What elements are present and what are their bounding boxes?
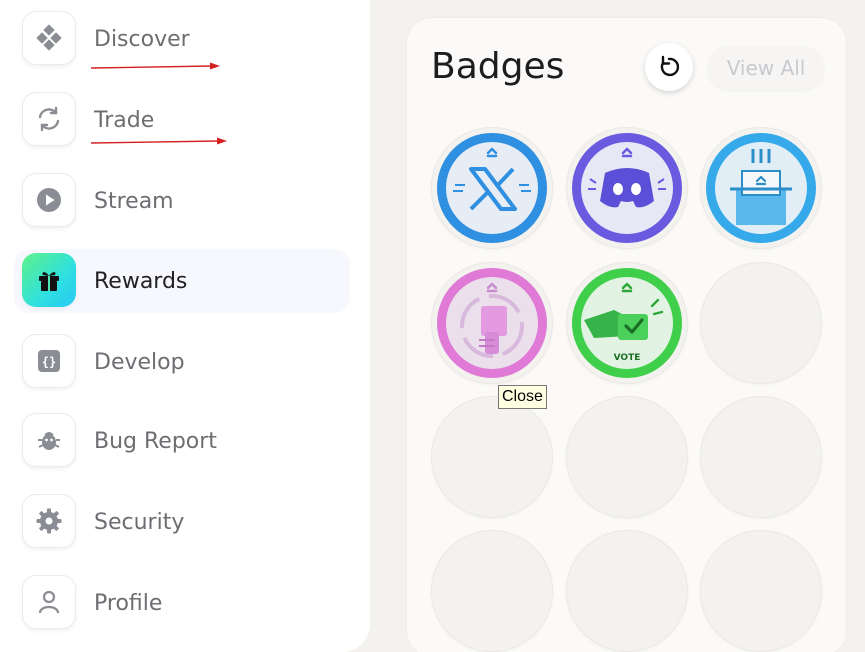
braces-icon: {} xyxy=(22,334,76,388)
x-badge[interactable] xyxy=(431,127,553,249)
sidebar-item-label: Develop xyxy=(94,350,185,375)
play-circle-icon xyxy=(22,173,76,227)
discord-logo-icon xyxy=(572,133,682,243)
sidebar-item-bug-report[interactable]: Bug Report xyxy=(14,409,350,473)
gear-icon xyxy=(22,494,76,548)
sidebar-item-rewards[interactable]: Rewards xyxy=(14,249,350,313)
discord-badge[interactable] xyxy=(566,127,688,249)
sidebar-item-label: Bug Report xyxy=(94,429,217,454)
gift-icon xyxy=(22,253,76,307)
tooltip: Close xyxy=(498,385,547,409)
annotation-arrow-icon xyxy=(90,137,227,145)
diamond-grid-icon xyxy=(22,11,76,65)
x-logo-icon xyxy=(437,133,547,243)
user-icon xyxy=(22,575,76,629)
sidebar-item-label: Profile xyxy=(94,591,163,616)
empty-badge-slot xyxy=(566,396,688,518)
sidebar-item-profile[interactable]: Profile xyxy=(14,571,350,635)
refresh-arrows-icon xyxy=(22,92,76,146)
hand-icon xyxy=(437,268,547,378)
hand-badge[interactable] xyxy=(431,262,553,384)
sidebar-item-label: Trade xyxy=(94,108,155,133)
sidebar: Discover Trade Stream Rewards {} Develop… xyxy=(0,0,370,652)
empty-badge-slot xyxy=(431,396,553,518)
empty-badge-slot xyxy=(566,530,688,652)
sidebar-item-develop[interactable]: {} Develop xyxy=(14,330,350,394)
badges-panel: Badges View All VOTE xyxy=(406,17,847,652)
page-title: Badges xyxy=(431,46,565,87)
svg-text:{}: {} xyxy=(42,355,56,369)
view-all-button[interactable]: View All xyxy=(708,46,824,90)
sidebar-item-stream[interactable]: Stream xyxy=(14,169,350,233)
refresh-button[interactable] xyxy=(645,43,693,91)
vote-badge-label: VOTE xyxy=(614,353,641,363)
sidebar-item-label: Rewards xyxy=(94,269,188,294)
empty-badge-slot xyxy=(700,396,822,518)
ballot-box-badge[interactable] xyxy=(700,127,822,249)
sidebar-item-security[interactable]: Security xyxy=(14,490,350,554)
empty-badge-slot xyxy=(700,262,822,384)
sidebar-item-label: Stream xyxy=(94,189,174,214)
annotation-arrow-icon xyxy=(90,62,220,70)
sidebar-item-label: Security xyxy=(94,510,185,535)
ballot-box-icon xyxy=(706,133,816,243)
empty-badge-slot xyxy=(700,530,822,652)
vote-icon: VOTE xyxy=(572,268,682,378)
bug-icon xyxy=(22,413,76,467)
refresh-icon xyxy=(660,55,680,77)
empty-badge-slot xyxy=(431,530,553,652)
sidebar-item-label: Discover xyxy=(94,27,190,52)
vote-badge[interactable]: VOTE xyxy=(566,262,688,384)
